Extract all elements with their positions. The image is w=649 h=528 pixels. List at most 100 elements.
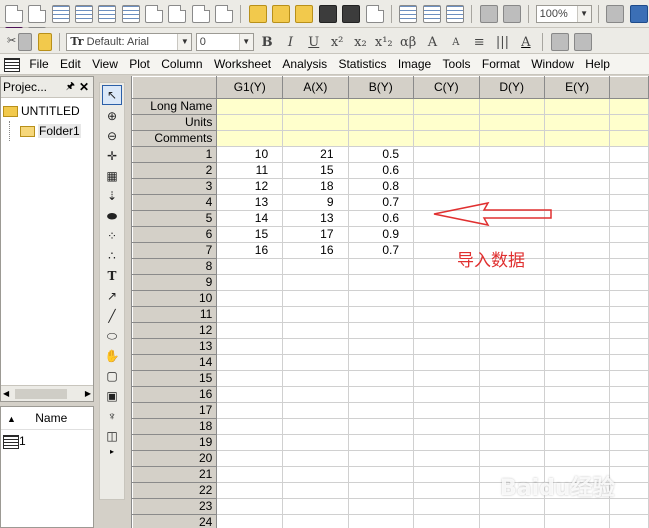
data-cell[interactable] — [543, 418, 611, 435]
data-cell[interactable] — [609, 274, 649, 291]
new-graph-icon[interactable] — [191, 5, 210, 23]
data-cell[interactable] — [478, 146, 545, 163]
meta-cell[interactable] — [478, 98, 545, 115]
meta-cell[interactable] — [413, 130, 480, 147]
column-header[interactable]: B(Y) — [347, 76, 415, 99]
column-header[interactable]: G1(Y) — [216, 76, 284, 99]
data-cell[interactable] — [413, 466, 480, 483]
data-cell[interactable] — [216, 498, 284, 515]
corner-cell[interactable] — [132, 76, 218, 99]
meta-cell[interactable] — [478, 130, 545, 147]
data-cell[interactable] — [609, 242, 649, 259]
data-cell[interactable] — [216, 402, 284, 419]
data-cell[interactable] — [543, 370, 611, 387]
data-cell[interactable]: 21 — [282, 146, 349, 163]
tree-root[interactable]: UNTITLED — [3, 101, 93, 121]
data-cell[interactable] — [282, 322, 349, 339]
data-cell[interactable] — [609, 226, 649, 243]
data-cell[interactable] — [282, 290, 349, 307]
scroll-left-icon[interactable]: ◀ — [3, 389, 9, 398]
data-cell[interactable]: 13 — [282, 210, 349, 227]
menu-view[interactable]: View — [88, 54, 122, 74]
align-icon[interactable]: ≡ — [469, 35, 489, 50]
data-cell[interactable] — [543, 402, 611, 419]
increase-font-button[interactable]: A — [422, 35, 442, 50]
data-cell[interactable] — [413, 162, 480, 179]
data-cell[interactable] — [543, 226, 611, 243]
data-cell[interactable] — [216, 514, 284, 528]
new-excel-icon[interactable] — [121, 5, 140, 23]
data-cell[interactable] — [282, 482, 349, 499]
data-cell[interactable] — [216, 482, 284, 499]
data-cell[interactable] — [478, 226, 545, 243]
data-cell[interactable] — [413, 354, 480, 371]
data-cell[interactable] — [216, 338, 284, 355]
data-cell[interactable] — [347, 482, 415, 499]
menu-statistics[interactable]: Statistics — [334, 54, 390, 74]
cut-icon[interactable]: ✂ — [4, 33, 16, 51]
data-reader-icon[interactable]: ▦ — [103, 167, 121, 185]
zoom-select[interactable]: 100% ▼ — [535, 5, 592, 23]
data-cell[interactable] — [282, 434, 349, 451]
pointer-icon[interactable]: ↖ — [102, 85, 122, 105]
data-cell[interactable] — [543, 338, 611, 355]
menu-edit[interactable]: Edit — [56, 54, 85, 74]
data-cell[interactable] — [413, 306, 480, 323]
data-cell[interactable]: 14 — [216, 210, 284, 227]
new-project-icon[interactable] — [5, 5, 23, 23]
data-cell[interactable] — [216, 274, 284, 291]
save-project-icon[interactable] — [318, 5, 337, 23]
menu-image[interactable]: Image — [394, 54, 435, 74]
row-number[interactable]: 10 — [132, 290, 218, 307]
data-cell[interactable] — [609, 450, 649, 467]
data-cell[interactable] — [347, 498, 415, 515]
data-cell[interactable] — [543, 146, 611, 163]
row-number[interactable]: 5 — [132, 210, 218, 227]
data-cell[interactable] — [609, 482, 649, 499]
data-cell[interactable] — [543, 178, 611, 195]
data-cell[interactable]: 0.8 — [347, 178, 415, 195]
row-number[interactable]: 21 — [132, 466, 218, 483]
data-cell[interactable]: 15 — [282, 162, 349, 179]
row-number[interactable]: 20 — [132, 450, 218, 467]
row-number[interactable]: 24 — [132, 514, 218, 528]
insert-graph-icon[interactable]: ▣ — [103, 387, 121, 405]
3d-tool-icon[interactable]: ◫ — [103, 427, 121, 445]
row-number[interactable]: 13 — [132, 338, 218, 355]
data-cell[interactable] — [609, 514, 649, 528]
data-cell[interactable] — [282, 306, 349, 323]
menu-column[interactable]: Column — [157, 54, 206, 74]
meta-cell[interactable] — [609, 114, 649, 131]
row-number[interactable]: 14 — [132, 354, 218, 371]
data-cell[interactable]: 0.6 — [347, 162, 415, 179]
data-cell[interactable] — [347, 434, 415, 451]
italic-button[interactable]: I — [280, 35, 300, 50]
row-number[interactable]: 2 — [132, 162, 218, 179]
data-cell[interactable] — [282, 466, 349, 483]
data-cell[interactable] — [216, 466, 284, 483]
data-cell[interactable] — [413, 146, 480, 163]
font-family-select[interactable]: Tr Default: Arial ▼ — [66, 33, 193, 51]
data-cell[interactable] — [282, 386, 349, 403]
data-cell[interactable] — [347, 306, 415, 323]
data-cell[interactable]: 15 — [216, 226, 284, 243]
data-cell[interactable] — [478, 354, 545, 371]
data-cell[interactable] — [216, 290, 284, 307]
recalculate-icon[interactable] — [502, 5, 521, 23]
font-color-button[interactable]: A — [516, 35, 536, 50]
data-cell[interactable] — [478, 386, 545, 403]
chart-tool-icon[interactable]: ♆ — [103, 407, 121, 425]
data-cell[interactable] — [609, 434, 649, 451]
data-cell[interactable] — [609, 162, 649, 179]
scroll-right-icon[interactable]: ▶ — [85, 389, 91, 398]
meta-cell[interactable] — [216, 130, 284, 147]
data-cell[interactable] — [478, 322, 545, 339]
row-number[interactable]: 4 — [132, 194, 218, 211]
data-cell[interactable] — [609, 370, 649, 387]
code-builder-icon[interactable] — [629, 5, 648, 23]
data-cell[interactable] — [347, 402, 415, 419]
row-number[interactable]: 22 — [132, 482, 218, 499]
meta-cell[interactable] — [413, 98, 480, 115]
data-cell[interactable] — [413, 178, 480, 195]
data-cell[interactable] — [347, 322, 415, 339]
